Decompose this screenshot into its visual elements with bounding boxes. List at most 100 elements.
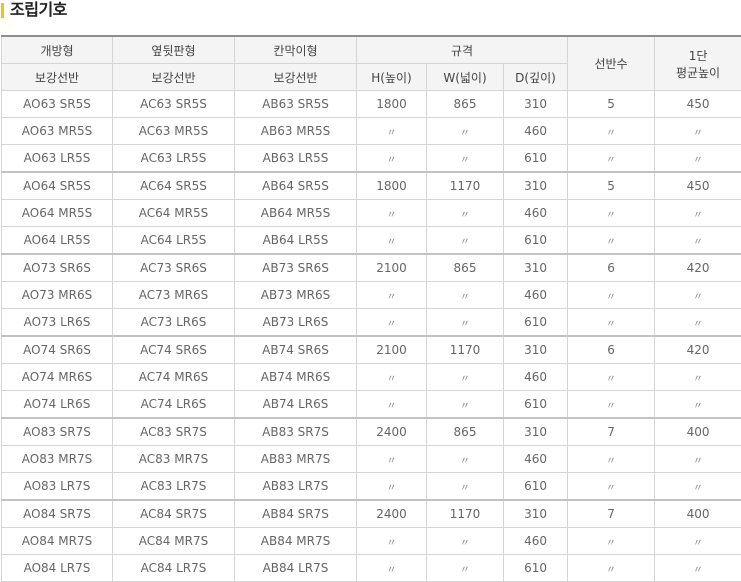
- shelves-cell: 7: [568, 418, 655, 446]
- shelves-cell: 6: [568, 336, 655, 364]
- table-header: 개방형 옆뒷판형 칸막이형 규격 선반수 1단 평균높이 보강선반 보강선반 보…: [2, 36, 741, 91]
- depth-cell: 460: [504, 364, 568, 391]
- avg-height-cell: 〃: [655, 391, 741, 419]
- side-back-type-code: AC83 MR7S: [113, 446, 235, 473]
- header-col1-top: 개방형: [2, 36, 113, 64]
- shelves-cell: 5: [568, 172, 655, 200]
- depth-cell: 610: [504, 555, 568, 582]
- partition-type-code: AB74 LR6S: [235, 391, 357, 419]
- open-type-code: AO63 SR5S: [2, 91, 113, 118]
- open-type-code: AO84 MR7S: [2, 528, 113, 555]
- header-d: D(깊이): [504, 64, 568, 91]
- table-body: AO63 SR5SAC63 SR5SAB63 SR5S1800865310545…: [2, 91, 741, 582]
- width-cell: 〃: [427, 145, 504, 173]
- partition-type-code: AB73 LR6S: [235, 309, 357, 337]
- avg-height-cell: 400: [655, 500, 741, 528]
- open-type-code: AO84 LR7S: [2, 555, 113, 582]
- side-back-type-code: AC64 MR5S: [113, 200, 235, 227]
- shelves-cell: 〃: [568, 227, 655, 255]
- shelves-cell: 〃: [568, 200, 655, 227]
- avg-height-cell: 〃: [655, 528, 741, 555]
- shelves-cell: 7: [568, 500, 655, 528]
- depth-cell: 310: [504, 91, 568, 118]
- partition-type-code: AB63 MR5S: [235, 118, 357, 145]
- avg-height-cell: 〃: [655, 282, 741, 309]
- table-row: AO84 SR7SAC84 SR7SAB84 SR7S2400117031074…: [2, 500, 741, 528]
- side-back-type-code: AC84 SR7S: [113, 500, 235, 528]
- partition-type-code: AB73 MR6S: [235, 282, 357, 309]
- depth-cell: 310: [504, 500, 568, 528]
- table-row: AO63 MR5SAC63 MR5SAB63 MR5S〃〃460〃〃: [2, 118, 741, 145]
- partition-type-code: AB74 MR6S: [235, 364, 357, 391]
- open-type-code: AO63 LR5S: [2, 145, 113, 173]
- open-type-code: AO64 LR5S: [2, 227, 113, 255]
- height-cell: 〃: [357, 391, 427, 419]
- open-type-code: AO63 MR5S: [2, 118, 113, 145]
- height-cell: 〃: [357, 446, 427, 473]
- partition-type-code: AB64 LR5S: [235, 227, 357, 255]
- avg-height-cell: 〃: [655, 145, 741, 173]
- side-back-type-code: AC84 LR7S: [113, 555, 235, 582]
- width-cell: 1170: [427, 336, 504, 364]
- depth-cell: 460: [504, 446, 568, 473]
- width-cell: 〃: [427, 391, 504, 419]
- avg-height-cell: 450: [655, 172, 741, 200]
- width-cell: 〃: [427, 282, 504, 309]
- header-avg-height-line2: 평균높이: [655, 64, 741, 81]
- depth-cell: 460: [504, 200, 568, 227]
- depth-cell: 610: [504, 309, 568, 337]
- depth-cell: 310: [504, 172, 568, 200]
- partition-type-code: AB73 SR6S: [235, 254, 357, 282]
- partition-type-code: AB74 SR6S: [235, 336, 357, 364]
- partition-type-code: AB83 SR7S: [235, 418, 357, 446]
- height-cell: 2400: [357, 418, 427, 446]
- width-cell: 〃: [427, 309, 504, 337]
- side-back-type-code: AC74 SR6S: [113, 336, 235, 364]
- side-back-type-code: AC63 SR5S: [113, 91, 235, 118]
- table-row: AO64 MR5SAC64 MR5SAB64 MR5S〃〃460〃〃: [2, 200, 741, 227]
- width-cell: 〃: [427, 200, 504, 227]
- width-cell: 〃: [427, 528, 504, 555]
- open-type-code: AO83 MR7S: [2, 446, 113, 473]
- height-cell: 〃: [357, 282, 427, 309]
- height-cell: 1800: [357, 91, 427, 118]
- partition-type-code: AB83 LR7S: [235, 473, 357, 501]
- shelves-cell: 〃: [568, 555, 655, 582]
- partition-type-code: AB64 MR5S: [235, 200, 357, 227]
- depth-cell: 610: [504, 473, 568, 501]
- shelves-cell: 〃: [568, 473, 655, 501]
- width-cell: 〃: [427, 555, 504, 582]
- header-w: W(넓이): [427, 64, 504, 91]
- title-accent-bar: [1, 3, 4, 18]
- table-row: AO64 LR5SAC64 LR5SAB64 LR5S〃〃610〃〃: [2, 227, 741, 255]
- table-row: AO73 LR6SAC73 LR6SAB73 LR6S〃〃610〃〃: [2, 309, 741, 337]
- depth-cell: 310: [504, 336, 568, 364]
- side-back-type-code: AC64 SR5S: [113, 172, 235, 200]
- side-back-type-code: AC74 LR6S: [113, 391, 235, 419]
- height-cell: 〃: [357, 200, 427, 227]
- side-back-type-code: AC83 SR7S: [113, 418, 235, 446]
- table-row: AO84 MR7SAC84 MR7SAB84 MR7S〃〃460〃〃: [2, 528, 741, 555]
- partition-type-code: AB63 SR5S: [235, 91, 357, 118]
- side-back-type-code: AC63 MR5S: [113, 118, 235, 145]
- open-type-code: AO74 LR6S: [2, 391, 113, 419]
- width-cell: 865: [427, 91, 504, 118]
- depth-cell: 460: [504, 528, 568, 555]
- header-col2-bottom: 보강선반: [113, 64, 235, 91]
- avg-height-cell: 〃: [655, 364, 741, 391]
- width-cell: 1170: [427, 172, 504, 200]
- width-cell: 865: [427, 254, 504, 282]
- open-type-code: AO73 SR6S: [2, 254, 113, 282]
- shelves-cell: 〃: [568, 145, 655, 173]
- avg-height-cell: 〃: [655, 473, 741, 501]
- shelves-cell: 〃: [568, 364, 655, 391]
- table-row: AO64 SR5SAC64 SR5SAB64 SR5S1800117031054…: [2, 172, 741, 200]
- width-cell: 1170: [427, 500, 504, 528]
- header-col3-bottom: 보강선반: [235, 64, 357, 91]
- table-row: AO83 MR7SAC83 MR7SAB83 MR7S〃〃460〃〃: [2, 446, 741, 473]
- open-type-code: AO83 SR7S: [2, 418, 113, 446]
- height-cell: 2100: [357, 254, 427, 282]
- side-back-type-code: AC64 LR5S: [113, 227, 235, 255]
- avg-height-cell: 〃: [655, 200, 741, 227]
- shelves-cell: 〃: [568, 309, 655, 337]
